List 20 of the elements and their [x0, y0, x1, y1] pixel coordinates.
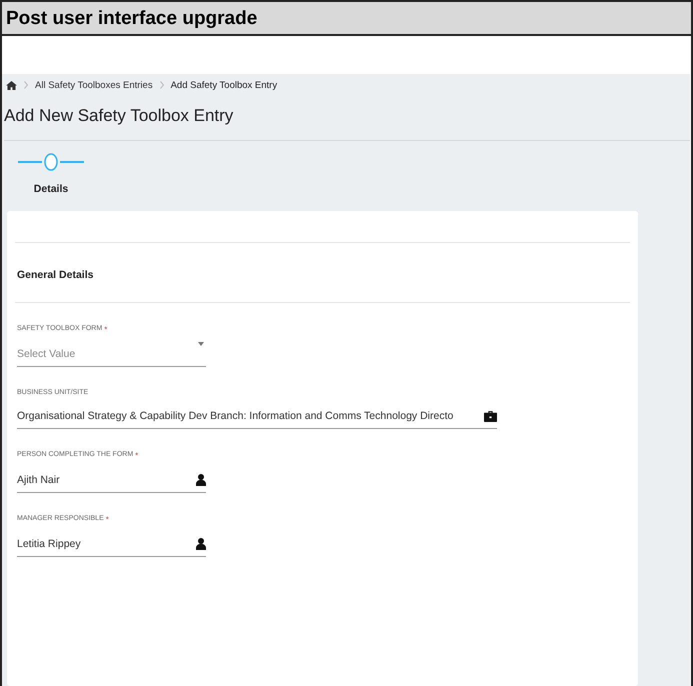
select-field[interactable]: Select Value [17, 334, 206, 367]
chevron-icon [160, 81, 164, 89]
person-icon [196, 474, 206, 486]
required-mark: * [135, 451, 138, 460]
home-icon[interactable] [6, 80, 17, 90]
section-title: General Details [16, 268, 94, 283]
step-label: Details [34, 183, 68, 195]
input-field[interactable]: Organisational Strategy & Capability Dev Branch: Information and Comms Technology Directo [17, 396, 497, 429]
page-title: Add New Safety Toolbox Entry [4, 106, 234, 127]
input-field[interactable]: Letitia Rippey [17, 524, 206, 557]
briefcase-icon [484, 410, 497, 422]
breadcrumb-link[interactable]: Add Safety Toolbox Entry [170, 80, 278, 90]
required-mark: * [106, 515, 109, 524]
breadcrumb-link[interactable]: All Safety Toolboxes Entries [35, 80, 153, 90]
chevron-icon [24, 81, 28, 89]
banner-title: Post user interface upgrade [2, 2, 691, 36]
input-field[interactable]: Ajith Nair [17, 460, 206, 493]
required-mark: * [104, 325, 108, 334]
person-icon [196, 538, 206, 550]
caret-icon [198, 342, 204, 346]
